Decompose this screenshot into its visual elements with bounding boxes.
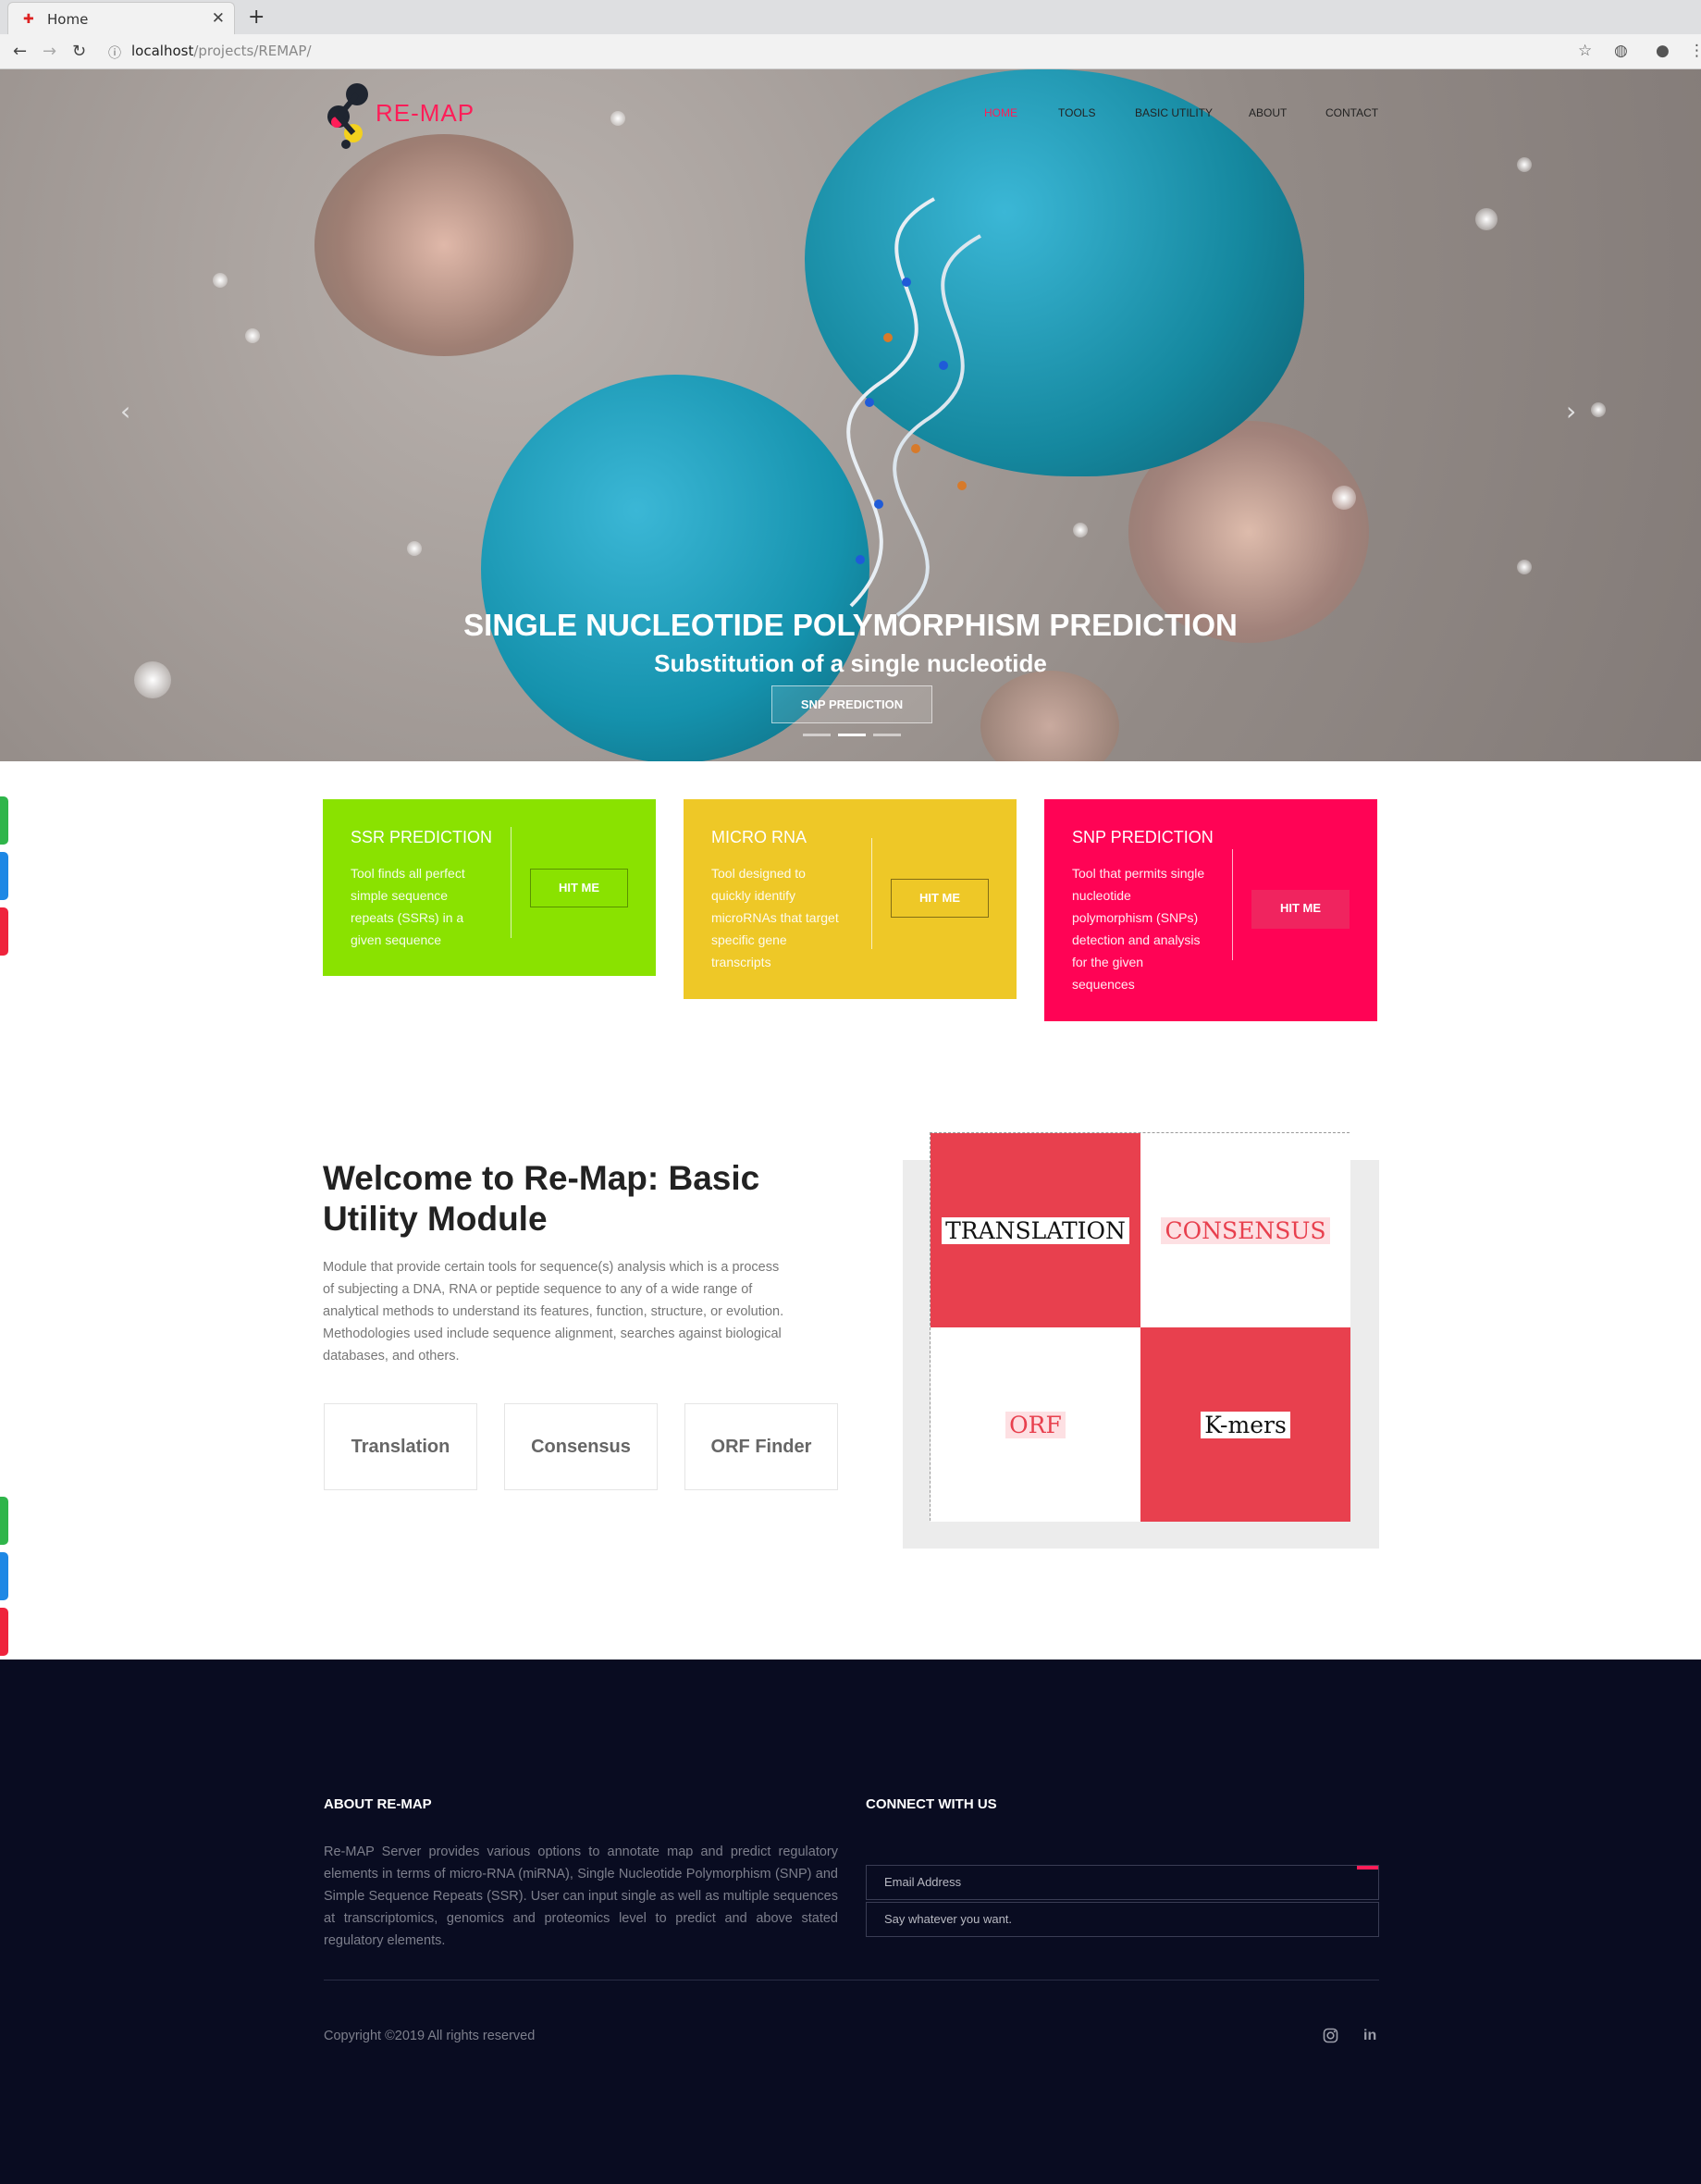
new-tab-button[interactable]: + (248, 6, 265, 29)
tab-title: Home (47, 11, 89, 28)
address-bar[interactable]: localhost/projects/REMAP/ (131, 43, 312, 59)
side-tab-blue[interactable] (0, 1552, 8, 1600)
browser-tabstrip: ✚ Home ✕ + (0, 0, 1701, 34)
card-text: Tool finds all perfect simple sequence r… (351, 866, 465, 947)
forward-icon[interactable]: → (43, 42, 56, 61)
consensus-button[interactable]: Consensus (504, 1403, 658, 1490)
card-text: Tool that permits single nucleotide poly… (1072, 866, 1205, 992)
hero-decor (1332, 486, 1356, 510)
back-icon[interactable]: ← (13, 42, 27, 61)
hero-decor (1073, 523, 1088, 537)
profile-avatar-icon[interactable]: ● (1656, 42, 1670, 60)
reload-icon[interactable]: ↻ (72, 42, 86, 61)
translation-button[interactable]: Translation (324, 1403, 477, 1490)
globe-icon[interactable]: ◍ (1614, 42, 1628, 60)
ssr-hit-me-button[interactable]: HIT ME (530, 869, 628, 907)
browser-toolbar: ← → ↻ ⓘ localhost/projects/REMAP/ ☆ ◍ ● … (0, 34, 1701, 69)
hero-decor (1517, 560, 1532, 574)
tile-label: CONSENSUS (1161, 1216, 1330, 1244)
logo-text: RE-MAP (376, 98, 475, 127)
nav-about[interactable]: ABOUT (1249, 106, 1287, 119)
url-path: /projects/REMAP/ (193, 43, 312, 59)
tab-favicon-icon: ✚ (23, 12, 34, 27)
card-title: SSR PREDICTION (351, 828, 493, 846)
hero-decor (980, 671, 1119, 761)
hero-decor (245, 328, 260, 343)
card-title: SNP PREDICTION (1072, 828, 1214, 846)
tile-label: K-mers (1201, 1411, 1290, 1438)
microrna-hit-me-button[interactable]: HIT ME (891, 879, 989, 918)
card-snp-prediction: SNP PREDICTION Tool that permits single … (1044, 799, 1377, 1021)
tile-label: ORF (1005, 1411, 1066, 1438)
side-tab-red[interactable] (0, 1608, 8, 1656)
orf-finder-button[interactable]: ORF Finder (684, 1403, 838, 1490)
hero-subtitle: Substitution of a single nucleotide (654, 649, 1047, 677)
card-divider (511, 827, 512, 938)
snp-prediction-button[interactable]: SNP PREDICTION (771, 685, 932, 723)
hero-decor (407, 541, 422, 556)
side-tab-blue[interactable] (0, 852, 8, 900)
copyright-text: Copyright ©2019 All rights reserved (324, 2029, 536, 2043)
site-info-icon[interactable]: ⓘ (108, 43, 121, 62)
site-footer (0, 1660, 1701, 2184)
carousel-next-icon[interactable]: › (1566, 396, 1576, 426)
carousel-dot[interactable] (803, 734, 831, 736)
nav-basic-utility[interactable]: BASIC UTILITY (1135, 106, 1213, 119)
nav-home[interactable]: HOME (984, 106, 1017, 119)
carousel-dot-active[interactable] (838, 734, 866, 736)
tab-close-icon[interactable]: ✕ (212, 9, 225, 28)
consensus-tile[interactable]: CONSENSUS (1140, 1133, 1350, 1327)
about-heading: ABOUT RE-MAP (324, 1796, 432, 1812)
bookmark-star-icon[interactable]: ☆ (1578, 42, 1592, 60)
carousel-dot[interactable] (873, 734, 901, 736)
hero-title: SINGLE NUCLEOTIDE POLYMORPHISM PREDICTIO… (463, 608, 1238, 642)
url-host: localhost (131, 43, 194, 59)
card-text: Tool designed to quickly identify microR… (711, 866, 839, 969)
nav-contact[interactable]: CONTACT (1325, 106, 1378, 119)
carousel-prev-icon[interactable]: ‹ (120, 396, 130, 426)
hero-decor-strand (846, 197, 981, 617)
email-field[interactable]: Email Address (866, 1865, 1379, 1900)
hero-decor (1517, 157, 1532, 172)
nav-tools[interactable]: TOOLS (1058, 106, 1095, 119)
site-logo[interactable]: RE-MAP (326, 80, 475, 154)
browser-tab[interactable]: ✚ Home ✕ (7, 2, 235, 34)
hero-decor (1475, 208, 1498, 230)
card-ssr-prediction: SSR PREDICTION Tool finds all perfect si… (323, 799, 656, 976)
side-tabs (0, 1497, 8, 1663)
side-tab-green[interactable] (0, 1497, 8, 1545)
instagram-icon[interactable] (1323, 2028, 1338, 2043)
translation-tile[interactable]: TRANSLATION (931, 1133, 1140, 1327)
welcome-description: Module that provide certain tools for se… (323, 1260, 784, 1363)
carousel-indicators (803, 734, 901, 736)
kmers-tile[interactable]: K-mers (1140, 1327, 1350, 1522)
tile-label: TRANSLATION (942, 1216, 1129, 1244)
snp-hit-me-button[interactable]: HIT ME (1251, 890, 1350, 929)
hero-decor (610, 111, 625, 126)
card-divider (871, 838, 872, 949)
orf-tile[interactable]: ORF (931, 1327, 1140, 1522)
message-field[interactable]: Say whatever you want. (866, 1902, 1379, 1937)
side-tab-red[interactable] (0, 907, 8, 956)
linkedin-icon[interactable]: in (1363, 2028, 1376, 2044)
logo-mark-icon (327, 83, 368, 149)
hero-decor (1591, 402, 1606, 417)
connect-heading: CONNECT WITH US (866, 1796, 997, 1812)
hero-decor (213, 273, 228, 288)
hero-decor (314, 134, 573, 356)
tool-grid: TRANSLATION CONSENSUS ORF K-mers (930, 1132, 1350, 1522)
menu-icon[interactable]: ⋮ (1689, 42, 1701, 60)
card-micro-rna: MICRO RNA Tool designed to quickly ident… (684, 799, 1017, 999)
card-divider (1232, 849, 1233, 960)
card-title: MICRO RNA (711, 828, 807, 846)
about-text: Re-MAP Server provides various options t… (324, 1845, 838, 1948)
welcome-heading: Welcome to Re-Map: Basic Utility Module (323, 1159, 760, 1238)
side-tab-green[interactable] (0, 796, 8, 845)
side-tabs (0, 796, 8, 963)
